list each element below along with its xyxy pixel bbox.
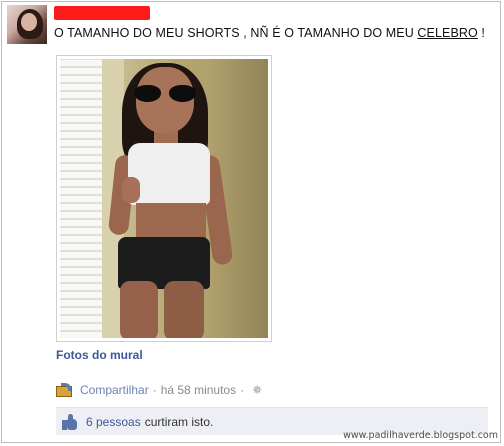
post-meta: Compartilhar · há 58 minutos · ✵: [56, 382, 262, 398]
avatar[interactable]: [7, 5, 47, 44]
sunglasses-shape: [134, 85, 196, 103]
person-left-leg: [120, 281, 158, 338]
post-message-underlined-word: CELEBRO: [417, 26, 478, 40]
post-message-ending: !: [477, 26, 486, 40]
photo-image: [60, 59, 268, 338]
album-link[interactable]: Fotos do mural: [56, 348, 143, 362]
post-message: O TAMANHO DO MEU SHORTS , NÑ É O TAMANHO…: [54, 26, 494, 40]
likes-count-link[interactable]: 6 pessoas: [86, 415, 141, 429]
person-top: [128, 143, 210, 205]
like-thumb-icon: [62, 413, 78, 430]
likes-suffix: curtiram isto.: [144, 414, 214, 429]
share-link[interactable]: Compartilhar: [80, 383, 149, 397]
post-container: O TAMANHO DO MEU SHORTS , NÑ É O TAMANHO…: [1, 1, 501, 443]
meta-separator: ·: [152, 383, 157, 397]
photo-person: [60, 59, 268, 338]
post-photo[interactable]: [56, 55, 272, 342]
watermark: www.padilhaverde.blogspot.com: [343, 430, 498, 441]
post-message-text: O TAMANHO DO MEU SHORTS , NÑ É O TAMANHO…: [54, 26, 418, 40]
redacted-author-name: [54, 6, 150, 20]
share-icon: [56, 383, 74, 397]
timestamp[interactable]: há 58 minutos: [161, 383, 236, 397]
meta-separator-2: ·: [240, 383, 245, 397]
person-thumb: [122, 177, 140, 203]
gear-icon[interactable]: ✵: [252, 383, 262, 397]
avatar-face: [21, 13, 37, 31]
person-right-leg: [164, 281, 204, 338]
